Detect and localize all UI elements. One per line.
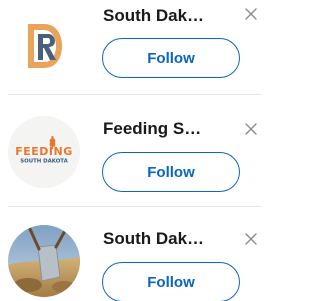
dor-logo-icon [8,10,80,82]
feeding-south-dakota-logo-icon: FEEDING SOUTH DAKOTA [8,116,80,188]
close-icon[interactable] [244,122,258,136]
avatar[interactable] [8,10,80,82]
logo-text-bottom: SOUTH DAKOTA [20,159,68,165]
avatar[interactable] [8,225,80,297]
suggestion-card: South Dak… Follow [0,207,261,301]
org-name[interactable]: South Dak… [103,229,228,249]
follow-button[interactable]: Follow [102,38,240,78]
suggestion-card: FEEDING SOUTH DAKOTA Feeding S… Follow [0,95,261,206]
org-name[interactable]: Feeding S… [103,119,228,139]
landscape-photo-icon [8,225,80,297]
close-icon[interactable] [244,232,258,246]
logo-text-top: FEEDING [15,145,73,158]
follow-button[interactable]: Follow [102,262,240,301]
follow-suggestions-list: South Dak… Follow FEEDING SOUTH DAKOTA F… [0,0,261,301]
close-icon[interactable] [244,7,258,21]
avatar[interactable]: FEEDING SOUTH DAKOTA [8,116,80,188]
org-name[interactable]: South Dak… [103,6,228,26]
suggestion-card: South Dak… Follow [0,0,261,94]
follow-button[interactable]: Follow [102,152,240,192]
